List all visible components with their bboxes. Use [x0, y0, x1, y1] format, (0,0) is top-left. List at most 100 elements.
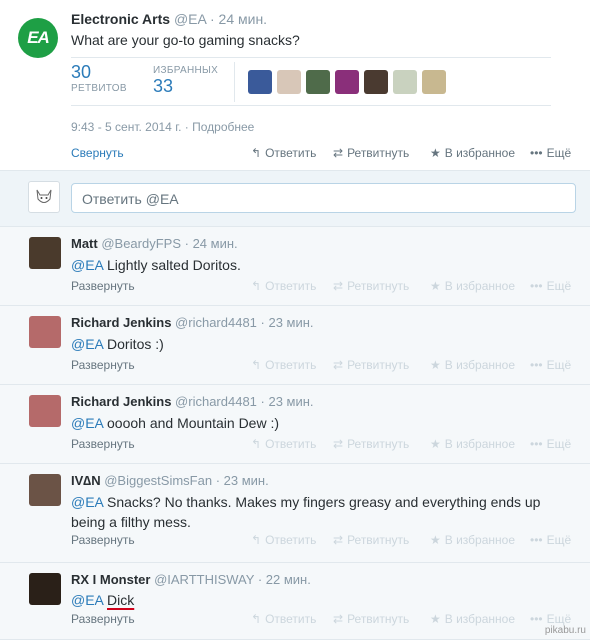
details-link[interactable]: Подробнее: [192, 120, 254, 134]
reply-arrow-icon: ↰: [251, 437, 262, 451]
more-action[interactable]: ••• Ещё: [530, 533, 571, 547]
favorite-action[interactable]: ★ В избранное: [430, 533, 515, 547]
more-action[interactable]: ••• Ещё: [530, 437, 571, 451]
retweet-action[interactable]: ⇄ Ретвитнуть: [333, 279, 409, 293]
reply-avatar[interactable]: [29, 573, 61, 605]
action-label: Ретвитнуть: [347, 612, 410, 626]
retweets-label: РЕТВИТОВ: [71, 83, 127, 94]
tweet-header: Electronic Arts @EA · 24 мин.: [71, 11, 268, 27]
mention-link[interactable]: @EA: [71, 494, 103, 510]
favoriter-avatar[interactable]: [422, 70, 446, 94]
favorite-action[interactable]: ★ В избранное: [430, 358, 515, 372]
reply-action[interactable]: ↰ Ответить: [251, 279, 316, 293]
more-dots-icon: •••: [530, 146, 543, 160]
reply-arrow-icon: ↰: [251, 358, 262, 372]
expand-link[interactable]: Развернуть: [71, 533, 135, 547]
reply-arrow-icon: ↰: [251, 612, 262, 626]
action-label: В избранное: [444, 612, 515, 626]
reply-action[interactable]: ↰ Ответить: [251, 533, 316, 547]
favoriter-avatar[interactable]: [306, 70, 330, 94]
reply-author-handle[interactable]: @BeardyFPS: [98, 236, 181, 251]
more-action[interactable]: ••• Ещё: [530, 279, 571, 293]
more-action[interactable]: ••• Ещё: [530, 358, 571, 372]
reply-action[interactable]: ↰ Ответить: [251, 437, 316, 451]
favorite-action[interactable]: ★ В избранное: [430, 612, 515, 626]
reply-author-handle[interactable]: @richard4481: [171, 394, 257, 409]
reply-author-handle[interactable]: @richard4481: [171, 315, 257, 330]
favorite-action[interactable]: ★ В избранное: [430, 437, 515, 451]
retweet-icon: ⇄: [333, 279, 344, 293]
reply-time[interactable]: 23 мин.: [268, 315, 313, 330]
reply-author-name[interactable]: RX I Monster: [71, 572, 150, 587]
mention-link[interactable]: @EA: [71, 592, 103, 608]
more-dots-icon: •••: [530, 279, 543, 293]
action-label: Ответить: [265, 437, 317, 451]
reply-input[interactable]: Ответить @EA: [71, 183, 576, 213]
reply-author-name[interactable]: Richard Jenkins: [71, 315, 171, 330]
retweet-action[interactable]: ⇄ Ретвитнуть: [333, 533, 409, 547]
favorites-label: ИЗБРАННЫХ: [153, 65, 219, 76]
action-label: Ретвитнуть: [347, 358, 410, 372]
favoriter-avatar[interactable]: [364, 70, 388, 94]
favorite-action[interactable]: ★ В избранное: [430, 146, 515, 160]
expand-link[interactable]: Развернуть: [71, 279, 135, 293]
retweet-icon: ⇄: [333, 358, 344, 372]
reply-action[interactable]: ↰ Ответить: [251, 146, 316, 160]
reply-time[interactable]: 23 мин.: [224, 473, 269, 488]
reply-action[interactable]: ↰ Ответить: [251, 612, 316, 626]
favorites-stat[interactable]: ИЗБРАННЫХ 33: [153, 62, 218, 97]
retweet-icon: ⇄: [333, 533, 344, 547]
main-tweet: EA Electronic Arts @EA · 24 мин. What ar…: [0, 0, 590, 171]
reply-author-name[interactable]: Matt: [71, 236, 98, 251]
reply-text: @EA ooooh and Mountain Dew :): [71, 413, 571, 433]
retweet-action[interactable]: ⇄ Ретвитнуть: [333, 437, 409, 451]
author-handle[interactable]: @EA: [174, 11, 206, 27]
more-action[interactable]: ••• Ещё: [530, 146, 571, 160]
tweet-time[interactable]: 24 мин.: [219, 11, 268, 27]
retweets-stat[interactable]: 30 РЕТВИТОВ: [71, 62, 127, 94]
action-label: Ретвитнуть: [347, 279, 410, 293]
separator: ·: [256, 315, 269, 330]
expand-link[interactable]: Развернуть: [71, 612, 135, 626]
reply-author-handle[interactable]: @BiggestSimsFan: [101, 473, 212, 488]
star-icon: ★: [430, 533, 441, 547]
favoriter-avatar[interactable]: [248, 70, 272, 94]
ea-logo-avatar[interactable]: EA: [18, 18, 58, 58]
reply-author-name[interactable]: Richard Jenkins: [71, 394, 171, 409]
favoriters-avatars: [248, 70, 451, 94]
reply-avatar[interactable]: [29, 237, 61, 269]
reply-time[interactable]: 24 мин.: [193, 236, 238, 251]
reply-header: IV∆N @BiggestSimsFan · 23 мин.: [71, 473, 269, 488]
mention-link[interactable]: @EA: [71, 257, 103, 273]
star-icon: ★: [430, 437, 441, 451]
reply-avatar[interactable]: [29, 395, 61, 427]
favoriter-avatar[interactable]: [335, 70, 359, 94]
reply-time[interactable]: 22 мин.: [266, 572, 311, 587]
stats-divider-bottom: [71, 105, 551, 106]
reply-action[interactable]: ↰ Ответить: [251, 358, 316, 372]
expand-link[interactable]: Развернуть: [71, 437, 135, 451]
cat-sketch-icon: [36, 189, 52, 203]
author-name[interactable]: Electronic Arts: [71, 11, 170, 27]
reply-author-name[interactable]: IV∆N: [71, 473, 101, 488]
retweet-action[interactable]: ⇄ Ретвитнуть: [333, 612, 409, 626]
more-action[interactable]: ••• Ещё: [530, 612, 571, 626]
action-label: Ещё: [546, 612, 572, 626]
reply-body: Snacks? No thanks. Makes my fingers grea…: [71, 494, 541, 530]
retweet-action[interactable]: ⇄ Ретвитнуть: [333, 358, 409, 372]
favoriter-avatar[interactable]: [393, 70, 417, 94]
mention-link[interactable]: @EA: [71, 415, 103, 431]
favorite-action[interactable]: ★ В избранное: [430, 279, 515, 293]
reply-header: Matt @BeardyFPS · 24 мин.: [71, 236, 238, 251]
reply-avatar[interactable]: [29, 316, 61, 348]
action-label: Ретвитнуть: [347, 437, 410, 451]
favoriter-avatar[interactable]: [277, 70, 301, 94]
reply-avatar[interactable]: [29, 474, 61, 506]
action-label: В избранное: [444, 358, 515, 372]
retweet-action[interactable]: ⇄ Ретвитнуть: [333, 146, 409, 160]
reply-time[interactable]: 23 мин.: [268, 394, 313, 409]
reply-author-handle[interactable]: @IARTTHISWAY: [150, 572, 254, 587]
mention-link[interactable]: @EA: [71, 336, 103, 352]
reply-text: @EA Lightly salted Doritos.: [71, 255, 571, 275]
expand-link[interactable]: Развернуть: [71, 358, 135, 372]
